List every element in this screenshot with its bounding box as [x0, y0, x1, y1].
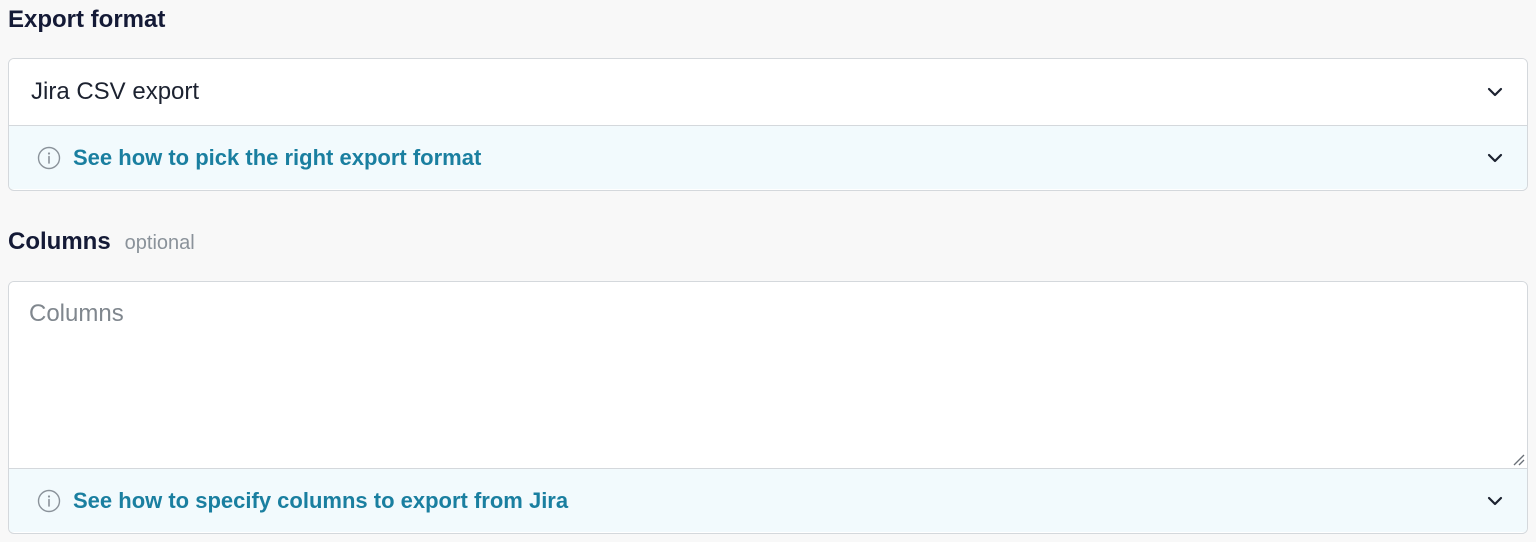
- export-settings-panel: Export format Jira CSV export See how to…: [0, 0, 1536, 542]
- chevron-down-icon: [1487, 496, 1503, 505]
- columns-heading: Columns optional: [8, 228, 195, 256]
- columns-help-content: See how to specify columns to export fro…: [37, 488, 568, 514]
- resize-handle-icon[interactable]: [1511, 452, 1525, 466]
- export-format-selected-value: Jira CSV export: [31, 78, 200, 105]
- chevron-down-icon: [1487, 153, 1503, 162]
- columns-card: See how to specify columns to export fro…: [8, 281, 1528, 534]
- chevron-down-icon: [1487, 87, 1503, 97]
- export-format-help-link[interactable]: See how to pick the right export format: [73, 145, 481, 171]
- export-format-help-content: See how to pick the right export format: [37, 145, 481, 171]
- info-circle-icon: [37, 146, 61, 169]
- export-format-card: Jira CSV export See how to pick the righ…: [8, 58, 1528, 191]
- optional-tag: optional: [124, 232, 195, 254]
- columns-help-toggle[interactable]: See how to specify columns to export fro…: [9, 468, 1527, 532]
- export-format-help-toggle[interactable]: See how to pick the right export format: [9, 125, 1527, 189]
- columns-label: Columns: [8, 228, 111, 255]
- columns-help-link[interactable]: See how to specify columns to export fro…: [73, 488, 568, 514]
- export-format-label: Export format: [8, 6, 166, 33]
- columns-textarea-wrapper: [9, 282, 1527, 468]
- info-circle-icon: [37, 489, 61, 512]
- export-format-select[interactable]: Jira CSV export: [9, 59, 1527, 125]
- export-format-heading: Export format: [8, 6, 165, 34]
- columns-textarea[interactable]: [9, 282, 1527, 468]
